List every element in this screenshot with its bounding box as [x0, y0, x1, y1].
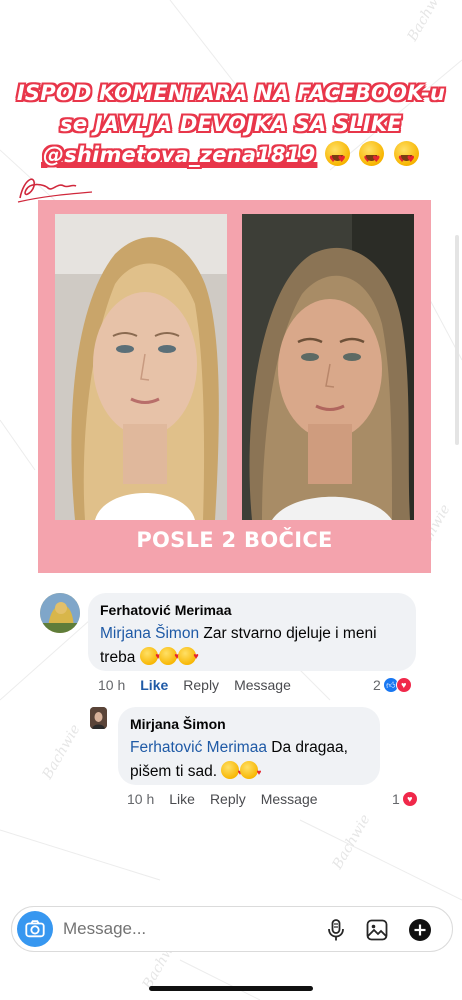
before-photo — [55, 214, 227, 520]
reply-button[interactable]: Reply — [210, 791, 246, 807]
message-input[interactable] — [63, 917, 283, 941]
comment-time: 10 h — [127, 791, 155, 807]
heart-eyes-emoji-icon — [324, 141, 350, 176]
reply-bubble: Mirjana Šimon Ferhatović Merimaa Da drag… — [118, 707, 380, 785]
smiling-hearts-emoji-icon — [139, 644, 161, 668]
like-button[interactable]: Like — [169, 791, 195, 807]
caption-line-3: @shimetova_zena1819 — [0, 140, 462, 176]
comment-text: Mirjana Šimon Zar stvarno djeluje i meni… — [100, 622, 404, 670]
svg-text:Bachwie: Bachwie — [329, 812, 373, 873]
message-button[interactable]: Message — [261, 791, 318, 807]
smiling-hearts-emoji-icon — [158, 644, 180, 668]
caption-handle[interactable]: @shimetova_zena1819 — [43, 143, 315, 167]
svg-text:Bachwie: Bachwie — [404, 0, 448, 45]
comment-text: Ferhatović Merimaa Da dragaa, pišem ti s… — [130, 736, 368, 785]
reaction-count: 2 — [373, 677, 381, 693]
reaction-summary[interactable]: 2 👍︎ ♥ — [373, 677, 412, 693]
comment-author[interactable]: Mirjana Šimon — [130, 715, 368, 733]
microphone-icon[interactable] — [324, 918, 348, 942]
smiling-hearts-emoji-icon — [177, 644, 199, 668]
message-button[interactable]: Message — [234, 677, 291, 693]
before-after-card: POSLE 2 BOČICE — [38, 200, 431, 573]
avatar[interactable] — [40, 593, 80, 633]
comment-mention[interactable]: Mirjana Šimon — [100, 625, 199, 642]
comment-actions: 10 h Like Reply Message — [98, 677, 306, 693]
avatar[interactable] — [90, 707, 107, 729]
kissing-face-emoji-icon — [221, 761, 242, 785]
camera-button[interactable] — [17, 911, 53, 947]
reaction-summary[interactable]: 1 ♥ — [392, 791, 418, 807]
comment-bubble: Ferhatović Merimaa Mirjana Šimon Zar stv… — [88, 593, 416, 671]
caption-line-1: ISPOD KOMENTARA NA FACEBOOK-u — [16, 81, 446, 105]
love-reaction-icon: ♥ — [395, 677, 412, 693]
story-caption: ISPOD KOMENTARA NA FACEBOOK-u se JAVLJA … — [0, 78, 462, 176]
heart-eyes-emoji-icon — [393, 141, 419, 176]
reaction-count: 1 — [392, 791, 400, 807]
heart-eyes-emoji-icon — [359, 141, 385, 176]
home-indicator[interactable] — [149, 986, 313, 991]
camera-icon — [25, 920, 45, 938]
comment-author[interactable]: Ferhatović Merimaa — [100, 601, 404, 619]
svg-text:Bachwie: Bachwie — [39, 722, 83, 783]
card-label: POSLE 2 BOČICE — [136, 528, 333, 552]
scroll-indicator — [455, 235, 459, 445]
gallery-icon[interactable] — [365, 918, 389, 942]
after-photo — [242, 214, 414, 520]
add-icon[interactable] — [408, 918, 432, 942]
comment-actions: 10 h Like Reply Message — [127, 791, 333, 807]
reply-button[interactable]: Reply — [183, 677, 219, 693]
kissing-face-emoji-icon — [240, 761, 261, 785]
comment-time: 10 h — [98, 677, 126, 693]
message-bar — [11, 906, 453, 952]
comment-mention[interactable]: Ferhatović Merimaa — [130, 739, 267, 756]
caption-line-2: se JAVLJA DEVOJKA SA SLIKE — [60, 112, 402, 136]
love-reaction-icon: ♥ — [401, 791, 418, 807]
like-button[interactable]: Like — [140, 677, 168, 693]
